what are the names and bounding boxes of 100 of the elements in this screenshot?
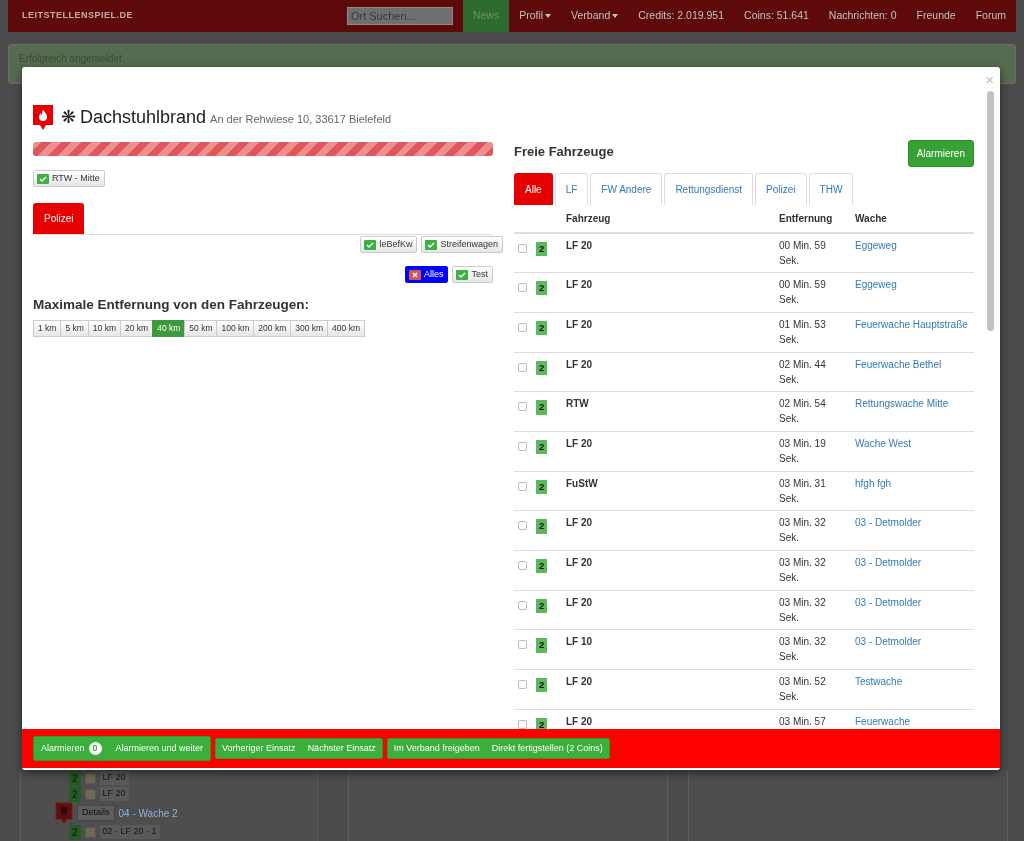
caret-icon — [612, 14, 619, 18]
footer-button[interactable]: Alarmieren und weiter — [108, 736, 211, 761]
station-link[interactable]: Feuerwache — [855, 715, 911, 727]
footer-button[interactable]: Nächster Einsatz — [301, 738, 382, 759]
vehicle-icon — [84, 788, 96, 800]
vehicle-tab[interactable]: LF — [554, 173, 589, 205]
row-checkbox[interactable] — [518, 640, 527, 650]
distance-option[interactable]: 200 km — [253, 320, 292, 337]
status-badge: 2 — [536, 281, 548, 296]
distance-option[interactable]: 10 km — [87, 320, 121, 337]
distance-text: 03 Min. 32 Sek. — [779, 557, 826, 583]
station-link[interactable]: 03 - Detmolder — [855, 517, 922, 529]
nav-link[interactable]: Credits: 2.019.951 — [628, 0, 735, 32]
footer-button[interactable]: Direkt fertigstellen (2 Coins) — [485, 738, 609, 759]
station-link[interactable]: Rettungswache Mitte — [855, 398, 949, 410]
column-header: Entfernung — [775, 205, 851, 233]
vehicle-filter-button[interactable]: RTW - Mitte — [33, 170, 105, 187]
status-badge: 2 — [536, 519, 548, 534]
row-checkbox[interactable] — [518, 441, 527, 451]
station-link[interactable]: 03 - Detmolder — [855, 636, 922, 648]
mission-symbol: ❋ — [61, 106, 76, 129]
vehicle-filter-button[interactable]: leBefKw — [360, 236, 418, 253]
vehicle-tab[interactable]: Rettungsdienst — [664, 173, 754, 205]
row-checkbox[interactable] — [518, 600, 527, 610]
nav-link[interactable]: Coins: 51.641 — [734, 0, 819, 32]
vehicle-name: LF 20 — [566, 279, 593, 291]
nav-link[interactable]: Nachrichten: 0 — [818, 0, 907, 32]
footer-button[interactable]: Im Verband freigeben — [387, 738, 486, 759]
vehicles-heading: Freie Fahrzeuge — [514, 143, 614, 161]
footer-button[interactable]: Vorheriger Einsatz — [216, 738, 302, 759]
mission-title: Dachstuhlbrand — [80, 106, 207, 129]
station-link[interactable]: Wache West — [855, 437, 912, 449]
row-checkbox[interactable] — [518, 521, 527, 531]
nav-link[interactable]: Verband — [561, 0, 629, 32]
status-badge: 2 — [536, 360, 548, 375]
vehicle-filter-button[interactable]: Streifenwagen — [421, 236, 503, 253]
vehicle-tab[interactable]: Polizei — [755, 173, 807, 205]
status-badge: 2 — [536, 638, 548, 653]
distance-text: 00 Min. 59 Sek. — [779, 279, 826, 306]
row-checkbox[interactable] — [518, 481, 527, 491]
distance-text: 03 Min. 32 Sek. — [779, 517, 826, 544]
caret-icon — [545, 14, 552, 18]
station-link[interactable]: 03 - Detmolder — [855, 596, 922, 608]
distance-text: 03 Min. 32 Sek. — [779, 636, 826, 663]
vehicle-icon — [84, 826, 96, 838]
station-link[interactable]: hfgh fgh — [855, 477, 892, 489]
status-badge: 2 — [536, 439, 548, 455]
distance-option[interactable]: 20 km — [120, 320, 154, 337]
station-link[interactable]: Eggeweg — [855, 240, 897, 251]
status-badge: 2 — [69, 770, 81, 786]
distance-text: 03 Min. 19 Sek. — [779, 437, 826, 464]
distance-option[interactable]: 40 km — [152, 320, 186, 337]
row-checkbox[interactable] — [518, 719, 527, 729]
status-badge: 2 — [536, 242, 548, 257]
distance-text: 02 Min. 44 Sek. — [779, 358, 826, 385]
distance-option[interactable]: 50 km — [184, 320, 218, 337]
footer-button[interactable]: Alarmieren 0 — [34, 736, 109, 761]
station-link[interactable]: Testwache — [855, 676, 903, 688]
distance-option[interactable]: 5 km — [60, 320, 89, 337]
vehicle-name: LF 20 — [566, 437, 593, 449]
vehicle-filter-button[interactable]: Test — [452, 266, 493, 283]
vehicle-name: LF 10 — [566, 636, 593, 648]
map-marker-icon — [55, 802, 73, 824]
distance-heading: Maximale Entfernung von den Fahrzeugen: — [33, 296, 311, 314]
distance-option[interactable]: 1 km — [33, 320, 62, 337]
vehicle-name: LF 20 — [566, 676, 593, 688]
vehicle-name: LF 20 — [566, 517, 593, 529]
distance-text: 01 Min. 53 Sek. — [779, 318, 826, 345]
row-checkbox[interactable] — [518, 244, 527, 253]
vehicle-name: LF 20 — [566, 240, 593, 251]
vehicle-tab[interactable]: Alle — [514, 173, 553, 205]
alarm-button[interactable]: Alarmieren — [907, 140, 974, 167]
vehicle-name: LF 20 — [566, 318, 593, 330]
nav-link[interactable]: Forum — [965, 0, 1016, 32]
nav-link[interactable]: Profil — [509, 0, 562, 32]
details-button[interactable]: Details — [77, 805, 115, 821]
requirement-tab[interactable]: Polizei — [33, 203, 85, 234]
row-checkbox[interactable] — [518, 283, 527, 293]
row-checkbox[interactable] — [518, 680, 527, 690]
status-badge: 2 — [536, 678, 548, 693]
vehicle-name: LF 20 — [566, 715, 593, 727]
scrollbar-thumb[interactable] — [987, 91, 994, 331]
vehicle-filter-button[interactable]: Alles — [404, 266, 449, 283]
vehicle-tab[interactable]: FW Andere — [590, 173, 663, 205]
station-link[interactable]: 03 - Detmolder — [855, 557, 922, 568]
station-link[interactable]: Feuerwache Hauptstraße — [855, 318, 968, 330]
row-checkbox[interactable] — [518, 402, 527, 412]
distance-option[interactable]: 300 km — [290, 320, 329, 337]
station-link[interactable]: Feuerwache Bethel — [855, 358, 942, 370]
vehicle-tab[interactable]: THW — [808, 173, 854, 205]
row-checkbox[interactable] — [518, 561, 527, 570]
nav-link[interactable]: Freunde — [906, 0, 966, 32]
brand-logo[interactable]: LEITSTELLENSPIEL.DE — [8, 9, 147, 23]
row-checkbox[interactable] — [518, 322, 527, 332]
distance-option[interactable]: 100 km — [216, 320, 255, 337]
station-link[interactable]: Eggeweg — [855, 279, 897, 291]
mission-address: An der Rehwiese 10, 33617 Bielefeld — [210, 112, 392, 127]
station-link[interactable]: 04 - Wache 2 — [118, 805, 178, 821]
distance-option[interactable]: 400 km — [327, 320, 365, 337]
row-checkbox[interactable] — [518, 362, 527, 372]
